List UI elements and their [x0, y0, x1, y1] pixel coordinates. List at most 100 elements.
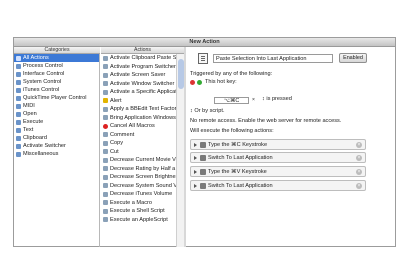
- category-quicktime-control[interactable]: QuickTime Player Control: [14, 94, 99, 102]
- action-item[interactable]: Cut: [101, 148, 176, 157]
- action-item[interactable]: Activate Window Switcher: [101, 80, 176, 89]
- actions-header: Actions: [101, 47, 184, 54]
- folder-icon: [16, 71, 21, 77]
- star-icon: [103, 166, 108, 172]
- disclosure-triangle-icon[interactable]: [194, 184, 197, 188]
- remote-access-note: No remote access. Enable the web server …: [190, 118, 342, 124]
- close-icon[interactable]: ×: [356, 142, 362, 148]
- category-itunes-control[interactable]: iTunes Control: [14, 86, 99, 94]
- bbedit-icon: [103, 106, 108, 112]
- copy-icon: [103, 140, 108, 146]
- action-type-keystroke[interactable]: Type the ⌘V Keystroke ×: [190, 166, 366, 177]
- triggered-label: Triggered by any of the following:: [190, 71, 273, 77]
- action-item[interactable]: Decrease System Sound Volu: [101, 182, 176, 191]
- folder-icon: [16, 87, 21, 93]
- comment-icon: [103, 132, 108, 138]
- folder-icon: [16, 95, 21, 101]
- disclosure-triangle-icon[interactable]: [194, 143, 197, 147]
- category-clipboard[interactable]: Clipboard: [14, 134, 99, 142]
- category-system-control[interactable]: System Control: [14, 78, 99, 86]
- macro-name-field[interactable]: Paste Selection Into Last Application: [213, 54, 333, 63]
- cancel-icon: [103, 123, 108, 129]
- macro-icon: [103, 200, 108, 206]
- volume-icon: [103, 191, 108, 197]
- disclosure-triangle-icon[interactable]: [194, 170, 197, 174]
- folder-icon: [16, 55, 21, 61]
- close-icon[interactable]: ×: [356, 169, 362, 175]
- close-icon[interactable]: ×: [356, 183, 362, 189]
- hotkey-field[interactable]: ⌥⌘C: [214, 97, 249, 104]
- script-icon: [103, 208, 108, 214]
- hotkey-state-popup[interactable]: ↕ is pressed: [262, 96, 292, 102]
- action-item[interactable]: Decrease Current Movie Vol: [101, 156, 176, 165]
- applescript-icon: [103, 217, 108, 223]
- actions-scrollbar[interactable]: [176, 54, 184, 247]
- action-item[interactable]: Activate a Specific Applicatio: [101, 88, 176, 97]
- hotkey-label: This hot key:: [205, 79, 237, 85]
- application-icon: [103, 89, 108, 95]
- switcher-icon: [103, 64, 108, 70]
- window-icon: [103, 81, 108, 87]
- category-execute[interactable]: Execute: [14, 118, 99, 126]
- category-all-actions[interactable]: All Actions: [14, 54, 99, 62]
- category-miscellaneous[interactable]: Miscellaneous: [14, 150, 99, 158]
- category-process-control[interactable]: Process Control: [14, 62, 99, 70]
- close-icon[interactable]: ×: [356, 155, 362, 161]
- action-switch-application[interactable]: Switch To Last Application ×: [190, 152, 366, 163]
- application-icon: [200, 155, 206, 161]
- movie-icon: [103, 157, 108, 163]
- category-activate-switcher[interactable]: Activate Switcher: [14, 142, 99, 150]
- or-by-script: ↕ Or by script.: [190, 108, 225, 114]
- folder-icon: [16, 143, 21, 149]
- keyboard-icon: [200, 142, 206, 148]
- volume-icon: [103, 183, 108, 189]
- action-type-keystroke[interactable]: Type the ⌘C Keystroke ×: [190, 139, 366, 150]
- action-item[interactable]: Execute a Macro: [101, 199, 176, 208]
- application-icon: [200, 183, 206, 189]
- cut-icon: [103, 149, 108, 155]
- brightness-icon: [103, 174, 108, 180]
- category-text[interactable]: Text: [14, 126, 99, 134]
- screen-saver-icon: [103, 72, 108, 78]
- action-item[interactable]: Decrease Rating by Half a St: [101, 165, 176, 174]
- action-item[interactable]: Bring Application Windows t: [101, 114, 176, 123]
- enabled-button[interactable]: Enabled: [339, 53, 367, 63]
- action-item[interactable]: Decrease iTunes Volume: [101, 190, 176, 199]
- category-open[interactable]: Open: [14, 110, 99, 118]
- action-item[interactable]: Comment: [101, 131, 176, 140]
- action-item[interactable]: Cancel All Macros: [101, 122, 176, 131]
- folder-icon: [16, 127, 21, 133]
- clear-hotkey-icon[interactable]: ×: [252, 97, 255, 103]
- folder-icon: [16, 79, 21, 85]
- disclosure-triangle-icon[interactable]: [194, 156, 197, 160]
- add-trigger-icon[interactable]: [197, 80, 202, 85]
- folder-icon: [16, 63, 21, 69]
- action-item[interactable]: Activate Screen Saver: [101, 71, 176, 80]
- action-item[interactable]: Execute an AppleScript: [101, 216, 176, 225]
- action-item[interactable]: Apply a BBEdit Text Factory: [101, 105, 176, 114]
- windows-icon: [103, 115, 108, 121]
- keyboard-icon: [200, 169, 206, 175]
- action-item[interactable]: Copy: [101, 139, 176, 148]
- category-interface-control[interactable]: Interface Control: [14, 70, 99, 78]
- will-execute-label: Will execute the following actions:: [190, 128, 274, 134]
- categories-header: Categories: [14, 47, 100, 54]
- new-action-window: New Action Categories Actions All Action…: [13, 37, 396, 247]
- clipboard-icon: [103, 55, 108, 61]
- macro-icon: [198, 53, 208, 64]
- categories-list: All Actions Process Control Interface Co…: [14, 54, 100, 247]
- action-item[interactable]: Decrease Screen Brightness: [101, 173, 176, 182]
- folder-icon: [16, 103, 21, 109]
- action-switch-application[interactable]: Switch To Last Application ×: [190, 180, 366, 191]
- folder-icon: [16, 119, 21, 125]
- action-item[interactable]: Activate Program Switcher: [101, 63, 176, 72]
- macro-editor: Paste Selection Into Last Application En…: [186, 47, 396, 247]
- remove-trigger-icon[interactable]: [190, 80, 195, 85]
- action-browser: Categories Actions All Actions Process C…: [14, 47, 184, 247]
- folder-icon: [16, 151, 21, 157]
- category-midi[interactable]: MIDI: [14, 102, 99, 110]
- window-title: New Action: [14, 38, 395, 47]
- action-item[interactable]: Execute a Shell Script: [101, 207, 176, 216]
- action-item[interactable]: Activate Clipboard Paste Swi: [101, 54, 176, 63]
- action-item[interactable]: Alert: [101, 97, 176, 106]
